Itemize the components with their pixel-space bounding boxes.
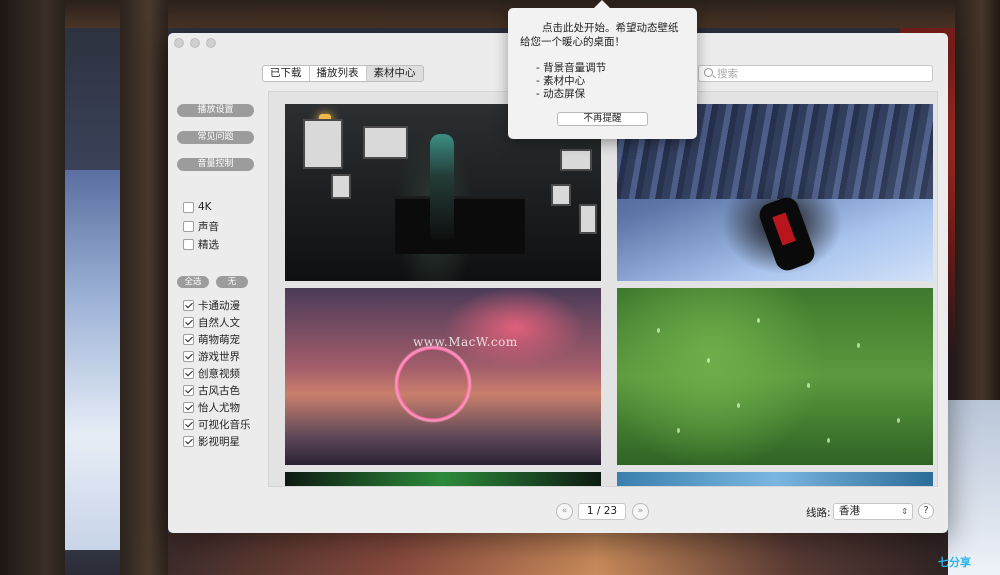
tab-downloaded[interactable]: 已下载 — [263, 66, 310, 81]
raindrop — [897, 418, 900, 423]
background-pillar — [120, 0, 168, 575]
category-film-stars[interactable]: 影视明星 — [183, 434, 240, 448]
filter-label: 4K — [198, 201, 212, 213]
checkbox[interactable] — [183, 418, 194, 430]
category-label: 卡通动漫 — [198, 299, 240, 312]
checkbox[interactable] — [183, 333, 194, 345]
raindrop — [827, 438, 830, 443]
search-icon — [704, 68, 713, 77]
raindrop — [657, 328, 660, 333]
category-label: 游戏世界 — [198, 350, 240, 363]
search-box[interactable] — [698, 65, 933, 82]
dont-remind-button[interactable]: 不再提醒 — [557, 112, 648, 126]
filter-label: 精选 — [198, 238, 219, 251]
desktop-watermark: 七分享 — [938, 556, 971, 569]
popover-text: 给您一个暖心的桌面！ — [520, 36, 625, 48]
previous-page-button[interactable]: « — [556, 503, 573, 520]
background-ground — [168, 533, 948, 575]
filter-label: 声音 — [198, 220, 219, 233]
checkbox[interactable] — [183, 384, 194, 396]
raindrop — [807, 383, 810, 388]
faq-button[interactable]: 常见问题 — [177, 131, 254, 144]
category-label: 自然人文 — [198, 316, 240, 329]
raindrop — [737, 403, 740, 408]
checkbox[interactable] — [183, 220, 194, 232]
filter-4k[interactable]: 4K — [183, 200, 212, 214]
gallery-watermark: www.MacW.com — [413, 335, 518, 349]
checkbox[interactable] — [183, 435, 194, 447]
category-label: 可视化音乐 — [198, 418, 251, 431]
popover-text: 点击此处开始。希望动态壁纸 — [542, 22, 679, 34]
raindrop — [677, 428, 680, 433]
raindrop — [707, 358, 710, 363]
playback-settings-button[interactable]: 播放设置 — [177, 104, 254, 117]
search-input[interactable] — [717, 66, 927, 81]
category-label: 古风古色 — [198, 384, 240, 397]
category-cartoon-anime[interactable]: 卡通动漫 — [183, 298, 240, 312]
popover-feature-item: - 动态屏保 — [536, 88, 586, 100]
background-snow — [948, 400, 1000, 575]
volume-control-button[interactable]: 音量控制 — [177, 158, 254, 171]
picture-frame — [363, 126, 408, 159]
page-indicator: 1 / 23 — [578, 503, 626, 520]
checkbox[interactable] — [183, 316, 194, 328]
category-visual-music[interactable]: 可视化音乐 — [183, 417, 251, 431]
category-cute-pets[interactable]: 萌物萌宠 — [183, 332, 240, 346]
category-label: 萌物萌宠 — [198, 333, 240, 346]
close-window-button[interactable] — [174, 38, 184, 48]
category-label: 创意视频 — [198, 367, 240, 380]
onboarding-popover: 点击此处开始。希望动态壁纸 给您一个暖心的桌面！ - 背景音量调节 - 素材中心… — [508, 0, 697, 139]
picture-frame — [331, 174, 351, 199]
category-label: 影视明星 — [198, 435, 240, 448]
wallpaper-thumbnail[interactable] — [285, 288, 601, 465]
wallpaper-thumbnail[interactable] — [285, 472, 601, 486]
checkbox[interactable] — [183, 401, 194, 413]
category-pleasant-beauty[interactable]: 怡人尤物 — [183, 400, 240, 414]
select-none-button[interactable]: 无 — [216, 276, 248, 288]
wallpaper-thumbnail[interactable] — [617, 472, 933, 486]
picture-frame — [560, 149, 592, 171]
zoom-window-button[interactable] — [206, 38, 216, 48]
route-label: 线路: — [806, 507, 831, 519]
next-page-button[interactable]: » — [632, 503, 649, 520]
piano-illustration — [395, 196, 525, 254]
help-button[interactable]: ? — [918, 503, 934, 519]
checkbox[interactable] — [183, 201, 194, 213]
picture-frame — [579, 204, 597, 234]
minimize-window-button[interactable] — [190, 38, 200, 48]
select-all-button[interactable]: 全选 — [177, 276, 209, 288]
wallpaper-gallery: www.MacW.com — [268, 91, 938, 487]
checkbox[interactable] — [183, 238, 194, 250]
category-nature-culture[interactable]: 自然人文 — [183, 315, 240, 329]
category-game-world[interactable]: 游戏世界 — [183, 349, 240, 363]
character-illustration — [430, 134, 454, 239]
picture-frame — [551, 184, 571, 206]
background-snowy-trees — [65, 170, 125, 550]
view-tabs: 已下载 播放列表 素材中心 — [262, 65, 424, 82]
raindrop — [857, 343, 860, 348]
checkbox[interactable] — [183, 367, 194, 379]
picture-frame — [303, 119, 343, 169]
raindrop — [757, 318, 760, 323]
category-label: 怡人尤物 — [198, 401, 240, 414]
chevron-updown-icon: ⇕ — [901, 507, 908, 516]
checkbox[interactable] — [183, 350, 194, 362]
category-creative-video[interactable]: 创意视频 — [183, 366, 240, 380]
tab-material-center[interactable]: 素材中心 — [366, 66, 423, 81]
route-selected-value: 香港 — [839, 505, 860, 517]
wallpaper-thumbnail[interactable] — [617, 288, 933, 465]
filter-sound[interactable]: 声音 — [183, 219, 219, 233]
route-select[interactable]: 香港 ⇕ — [833, 503, 913, 520]
background-pillar — [0, 0, 65, 575]
checkbox[interactable] — [183, 299, 194, 311]
category-ancient-style[interactable]: 古风古色 — [183, 383, 240, 397]
filter-featured[interactable]: 精选 — [183, 237, 219, 251]
tab-playlist[interactable]: 播放列表 — [310, 66, 367, 81]
